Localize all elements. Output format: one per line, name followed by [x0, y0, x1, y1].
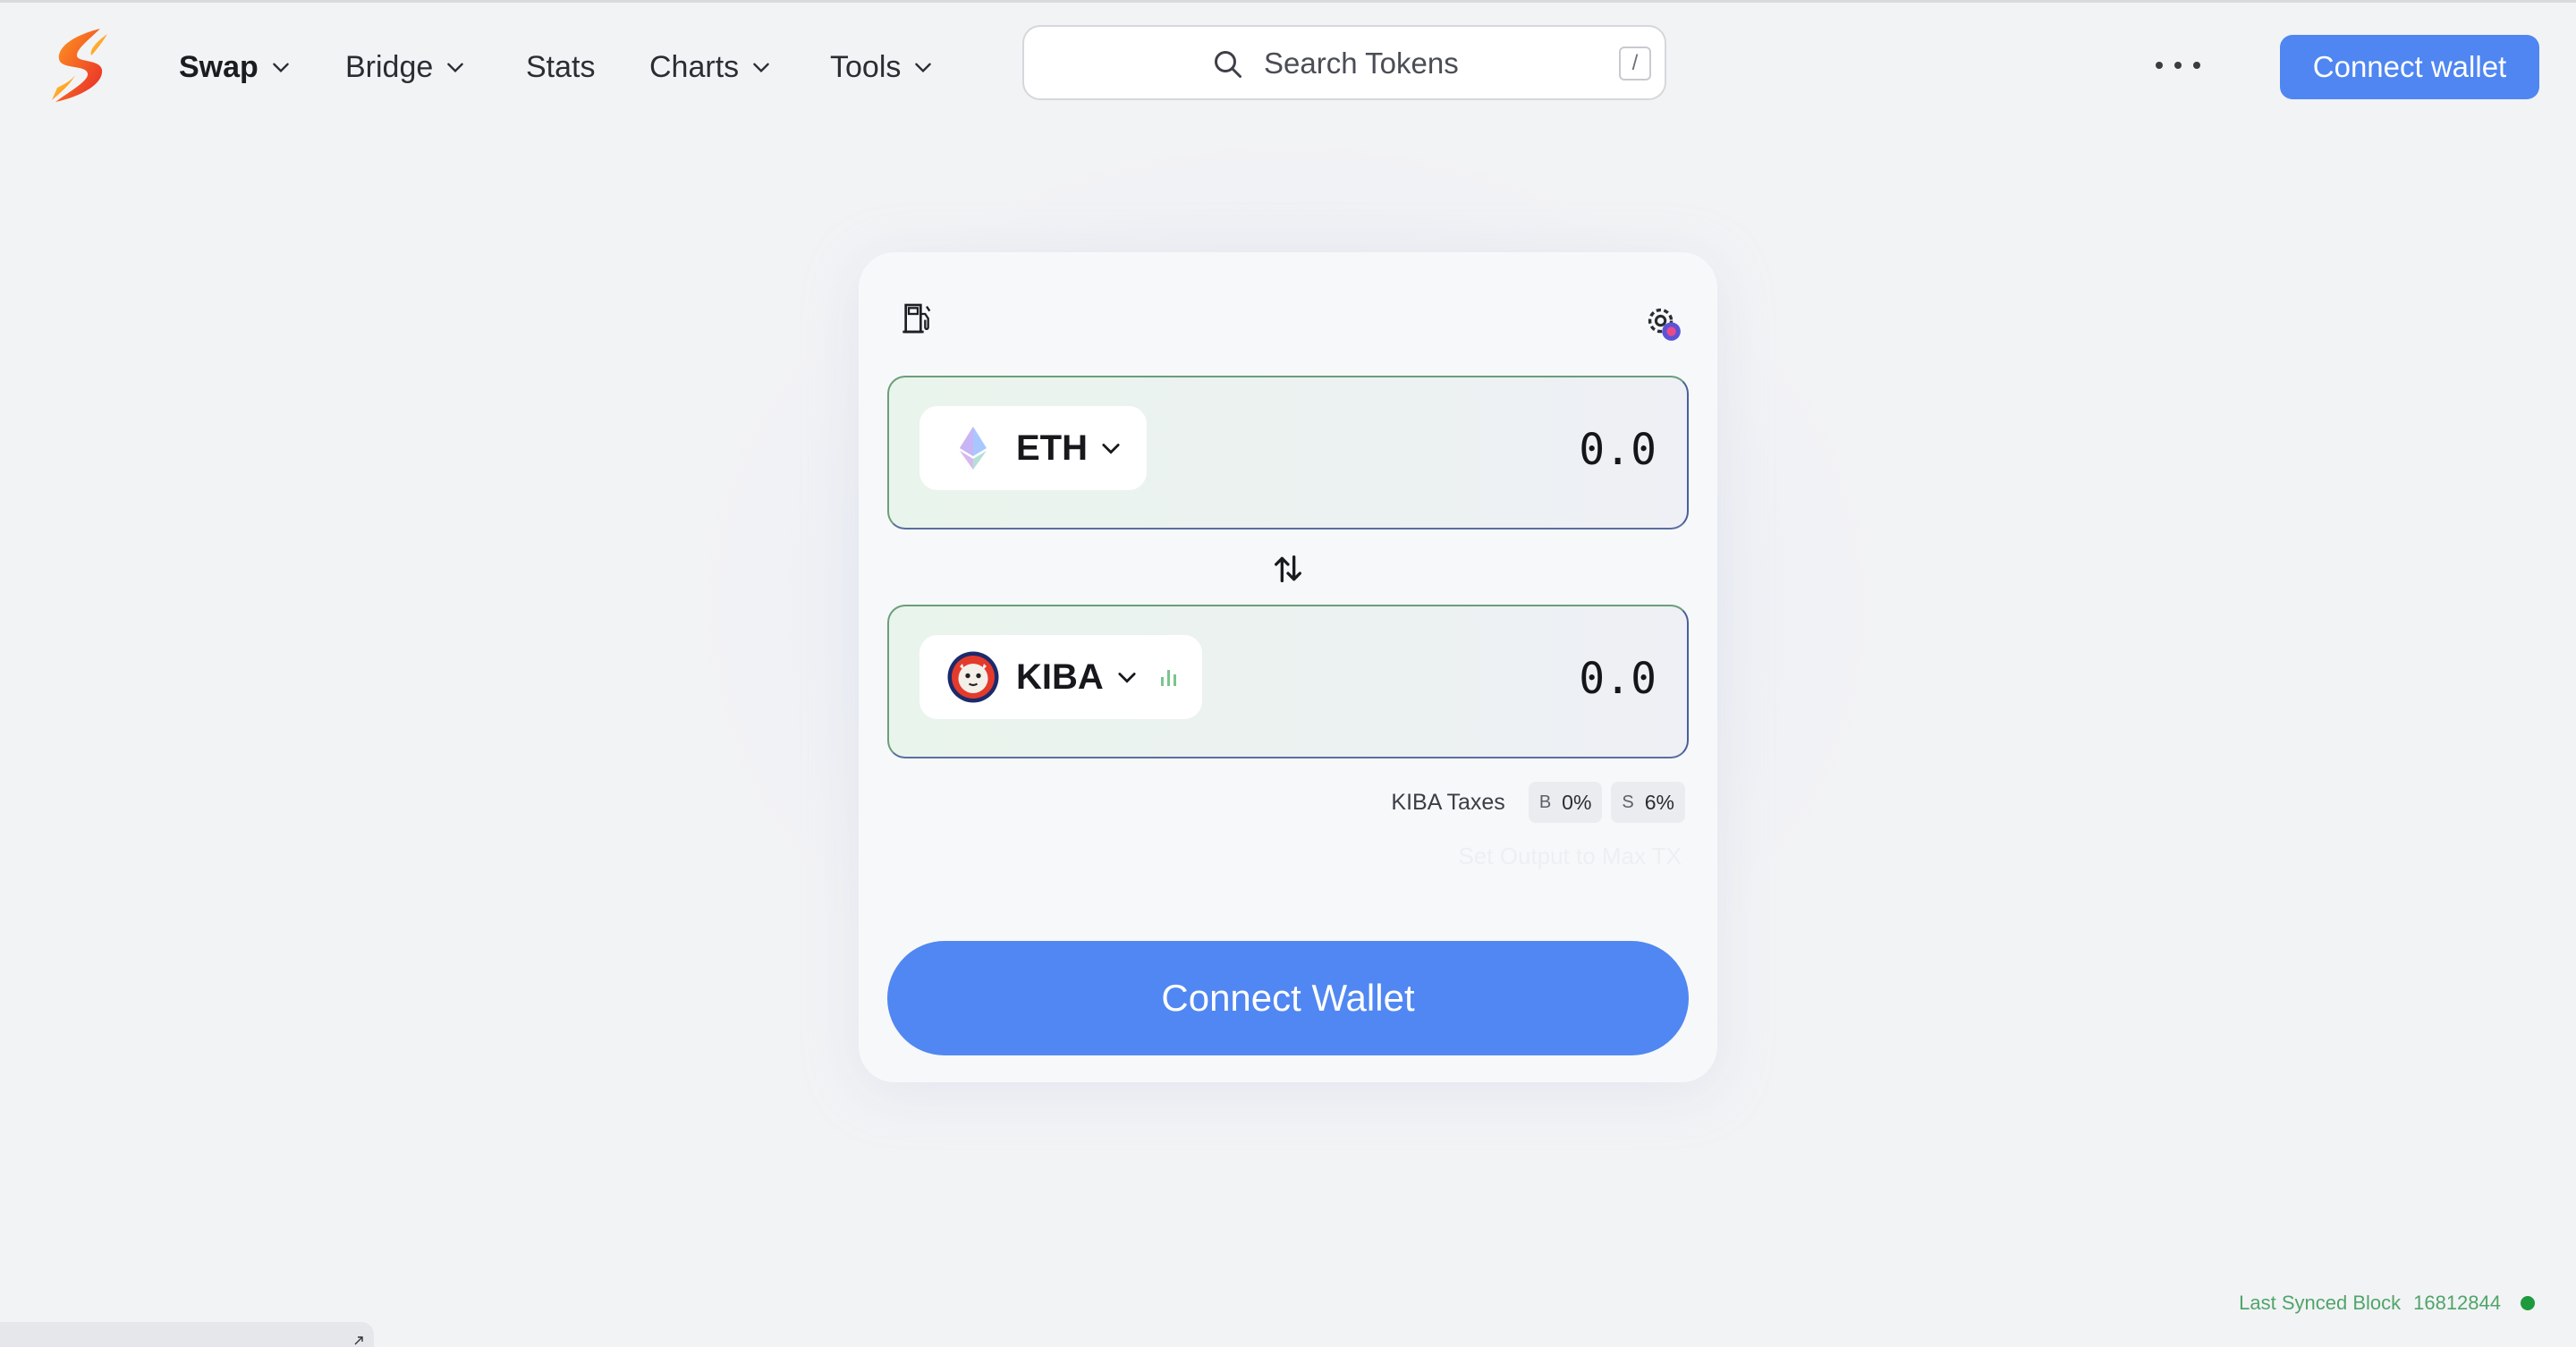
status-dot [2521, 1296, 2535, 1310]
output-token-box: KIBA [887, 605, 1689, 758]
nav-swap[interactable]: Swap [179, 47, 292, 88]
input-token-box: ETH [887, 376, 1689, 529]
input-amount-field[interactable] [1388, 419, 1657, 481]
search-input[interactable] [1264, 39, 1622, 88]
search-icon [1215, 51, 1241, 78]
sell-tax-badge: S 6% [1611, 782, 1685, 823]
input-token-selector[interactable]: ETH [919, 406, 1147, 490]
nav-charts[interactable]: Charts [649, 47, 773, 88]
search-box[interactable]: / [1022, 25, 1666, 100]
output-token-selector[interactable]: KIBA [919, 635, 1202, 719]
set-max-tx-link[interactable]: Set Output to Max TX [1458, 843, 1682, 870]
swap-card: ETH KIBA [859, 252, 1717, 1082]
search-shortcut-badge: / [1619, 47, 1651, 80]
swap-arrows-icon[interactable] [1270, 551, 1306, 587]
chevron-down-icon [273, 63, 289, 73]
chevron-down-icon [1118, 673, 1136, 683]
nav-stats[interactable]: Stats [526, 47, 595, 88]
nav-bridge[interactable]: Bridge [345, 47, 467, 88]
ethereum-icon [947, 422, 999, 474]
taxes-label: KIBA Taxes [1391, 789, 1505, 815]
kiba-token-icon [947, 651, 999, 703]
token-taxes: KIBA Taxes B 0% S 6% [1391, 780, 1685, 825]
logo-icon[interactable] [45, 25, 116, 106]
sync-status: Last Synced Block 16812844 [2239, 1288, 2535, 1318]
expand-icon [354, 1336, 363, 1345]
connect-wallet-main-button[interactable]: Connect Wallet [887, 941, 1689, 1055]
ellipsis-icon [2156, 62, 2163, 69]
chevron-down-icon [915, 63, 932, 73]
synced-label: Last Synced Block [2239, 1292, 2402, 1314]
bar-chart-icon[interactable] [1159, 666, 1179, 688]
nav-tools[interactable]: Tools [830, 47, 935, 88]
chevron-down-icon [1102, 444, 1120, 454]
chevron-down-icon [753, 63, 769, 73]
connect-wallet-button[interactable]: Connect wallet [2280, 35, 2539, 99]
top-nav: Swap Bridge Stats Charts Tools / Connect… [0, 0, 2576, 134]
output-token-symbol: KIBA [1016, 657, 1104, 697]
buy-tax-badge: B 0% [1528, 782, 1603, 823]
gas-pump-icon[interactable] [900, 301, 936, 336]
chevron-down-icon [447, 63, 464, 73]
input-token-symbol: ETH [1016, 428, 1088, 468]
block-number: 16812844 [2413, 1292, 2501, 1314]
bottom-panel-tab[interactable] [0, 1322, 374, 1347]
output-amount-field[interactable] [1388, 648, 1657, 710]
more-options-button[interactable] [2156, 52, 2200, 79]
gear-icon[interactable] [1642, 302, 1685, 345]
